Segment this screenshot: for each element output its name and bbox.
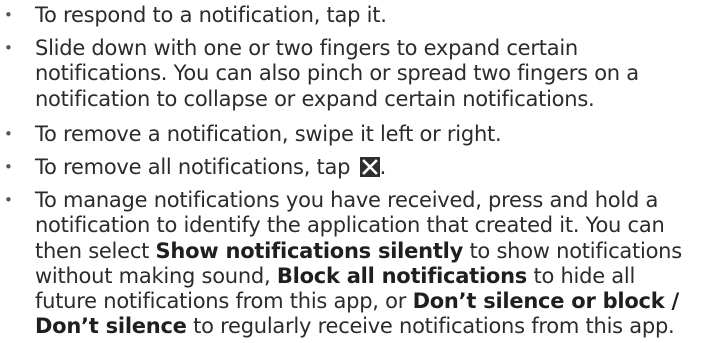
list-item-text: To remove all notifications, tap . xyxy=(35,155,695,180)
manage-text-4: to regularly receive notifications from … xyxy=(186,314,675,339)
bullet-icon: • xyxy=(4,6,13,24)
list-item-expand: • Slide down with one or two fingers to … xyxy=(0,36,701,112)
option-show-silently: Show notifications silently xyxy=(155,238,464,263)
remove-all-period: . xyxy=(379,155,387,179)
bullet-icon: • xyxy=(4,191,13,209)
list-item-respond: • To respond to a notification, tap it. xyxy=(0,3,701,28)
bullet-icon: • xyxy=(4,158,13,176)
list-item-remove-one: • To remove a notification, swipe it lef… xyxy=(0,122,701,147)
list-item-manage: • To manage notifications you have recei… xyxy=(0,188,701,340)
bullet-icon: • xyxy=(4,125,13,143)
close-all-icon xyxy=(359,157,380,177)
list-item-remove-all: • To remove all notifications, tap . xyxy=(0,155,701,180)
list-item-text: Slide down with one or two fingers to ex… xyxy=(35,36,639,111)
list-item-text: To manage notifications you have receive… xyxy=(35,188,695,340)
bullet-icon: • xyxy=(4,39,13,57)
remove-all-text: To remove all notifications, tap xyxy=(35,155,351,179)
option-block-all: Block all notifications xyxy=(276,263,528,288)
list-item-text: To remove a notification, swipe it left … xyxy=(35,122,502,146)
list-item-text: To respond to a notification, tap it. xyxy=(35,3,387,27)
instruction-document: • To respond to a notification, tap it. … xyxy=(0,0,701,343)
